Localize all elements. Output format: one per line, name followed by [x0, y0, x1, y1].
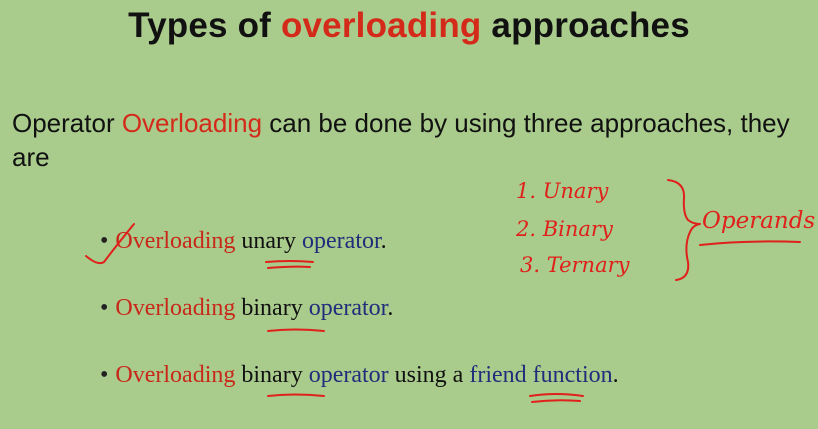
- underline-binary-2: [267, 393, 325, 397]
- underline-binary-1: [267, 328, 325, 332]
- ink-annotations: 1. Unary 2. Binary 3. Ternary Operands: [85, 179, 815, 403]
- underline-operands: [699, 240, 801, 246]
- brace-annotation: [667, 179, 701, 281]
- ink-list-item-unary: 1. Unary: [516, 179, 609, 203]
- underline-unary: [265, 260, 314, 269]
- underline-friend: [529, 393, 584, 403]
- ink-label-operands: Operands: [702, 208, 815, 234]
- checkmark-annotation: [85, 223, 135, 265]
- ink-list-item-ternary: 3. Ternary: [520, 253, 631, 277]
- ink-list-item-binary: 2. Binary: [515, 217, 614, 241]
